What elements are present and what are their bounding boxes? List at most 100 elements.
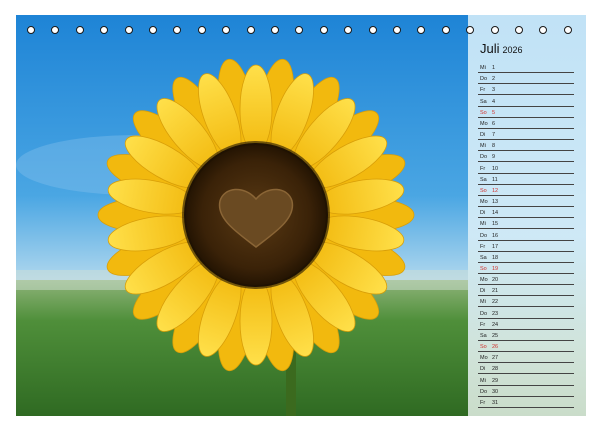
day-number: 9	[492, 154, 496, 161]
day-number: 16	[492, 232, 499, 239]
day-name: Mi	[480, 143, 486, 150]
day-row: Do 9	[478, 151, 574, 163]
binding-hole	[222, 26, 231, 34]
day-row: Di 21	[478, 285, 574, 297]
day-name: Sa	[480, 98, 487, 105]
day-name: Sa	[480, 254, 487, 261]
day-number: 20	[492, 277, 499, 284]
day-number: 22	[492, 299, 499, 306]
day-number: 5	[492, 109, 496, 116]
day-number: 10	[492, 165, 499, 172]
day-row: Di 7	[478, 129, 574, 141]
day-row: So 26	[478, 341, 574, 353]
day-name: Di	[480, 132, 486, 139]
day-number: 8	[492, 143, 496, 150]
binding-hole	[197, 26, 206, 34]
binding-hole	[393, 26, 401, 34]
binding-hole	[539, 26, 548, 34]
day-name: Mi	[480, 65, 486, 72]
binding-hole	[319, 26, 328, 34]
day-number: 25	[492, 332, 499, 339]
day-name: Mo	[480, 355, 488, 362]
day-name: Fr	[480, 165, 486, 172]
day-number: 15	[492, 221, 499, 228]
day-number: 23	[492, 310, 499, 317]
day-number: 28	[492, 366, 499, 373]
day-name: Fr	[480, 87, 486, 94]
day-number: 24	[492, 321, 499, 328]
day-name: Fr	[480, 243, 486, 250]
day-number: 19	[492, 265, 499, 272]
binding-hole	[368, 26, 377, 34]
binding-hole	[246, 26, 255, 34]
month-year: 2026	[502, 45, 523, 55]
binding-holes	[0, 0, 600, 40]
day-name: Fr	[480, 321, 486, 328]
binding-hole	[51, 26, 60, 34]
day-row: Fr 17	[478, 241, 574, 252]
day-row: Sa 18	[478, 252, 574, 263]
day-number: 12	[492, 187, 499, 194]
day-name: Mo	[480, 120, 488, 127]
binding-hole	[295, 26, 304, 34]
day-row: Fr 31	[478, 397, 574, 408]
binding-hole	[563, 26, 572, 34]
day-row: Sa 25	[478, 330, 574, 341]
binding-hole	[149, 26, 157, 34]
day-number: 6	[492, 120, 496, 127]
day-name: Mo	[480, 199, 488, 206]
day-row: Mo 6	[478, 118, 574, 129]
day-number: 18	[492, 254, 499, 261]
day-row: Do 30	[478, 386, 574, 397]
day-row: Mi 1	[478, 62, 574, 74]
day-name: Di	[480, 210, 486, 217]
day-row: Fr 24	[478, 319, 574, 330]
month-heading: Juli 2026	[480, 41, 523, 56]
day-row: Sa 11	[478, 174, 574, 185]
binding-hole	[27, 26, 35, 34]
day-number: 14	[492, 210, 499, 217]
day-name: Mo	[480, 277, 488, 284]
day-row: Do 2	[478, 73, 574, 85]
binding-hole	[466, 26, 475, 34]
day-name: Mi	[480, 299, 486, 306]
day-row: Mi 15	[478, 218, 574, 230]
day-row: Sa 4	[478, 95, 574, 107]
binding-hole	[124, 26, 133, 34]
day-number: 2	[492, 76, 496, 83]
day-name: Do	[480, 154, 488, 161]
day-row: Fr 10	[478, 162, 574, 174]
day-name: Sa	[480, 332, 487, 339]
binding-hole	[344, 26, 353, 34]
day-number: 11	[492, 176, 498, 183]
day-row: Fr 3	[478, 84, 574, 96]
day-name: Mi	[480, 377, 486, 384]
day-list: Mi 1 Do 2 Fr 3 Sa 4 So 5 Mo 6 Di 7 Mi 8 Do 9 Fr 10 Sa 11 So 12 M…	[478, 62, 574, 408]
day-row: So 12	[478, 185, 574, 196]
day-name: Do	[480, 388, 488, 395]
day-number: 7	[492, 132, 496, 139]
binding-hole	[271, 26, 279, 34]
day-number: 4	[492, 98, 496, 105]
day-row: Mi 29	[478, 374, 574, 386]
day-number: 13	[492, 199, 499, 206]
day-row: Mi 22	[478, 296, 574, 308]
day-row: So 5	[478, 107, 574, 118]
binding-hole	[173, 26, 182, 34]
binding-hole	[100, 26, 109, 34]
day-name: Do	[480, 232, 488, 239]
day-number: 27	[492, 355, 499, 362]
day-number: 29	[492, 377, 499, 384]
petal	[239, 64, 273, 154]
binding-hole	[417, 26, 426, 34]
day-row: Mi 8	[478, 140, 574, 152]
day-name: Di	[480, 288, 486, 295]
day-number: 31	[492, 399, 499, 406]
month-name: Juli	[480, 41, 500, 56]
petal	[239, 276, 273, 366]
day-number: 17	[492, 243, 499, 250]
day-number: 30	[492, 388, 499, 395]
day-name: So	[480, 109, 487, 116]
day-row: Di 14	[478, 207, 574, 219]
day-number: 26	[492, 344, 499, 351]
